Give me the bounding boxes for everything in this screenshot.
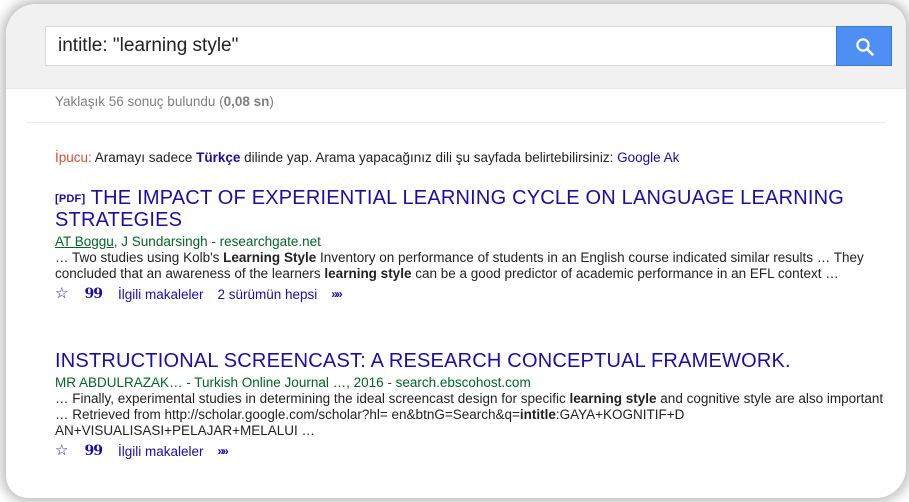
tip-settings-link[interactable]: Google Ak: [617, 150, 679, 165]
search-input[interactable]: [58, 35, 818, 57]
search-button[interactable]: [836, 26, 892, 66]
star-icon[interactable]: ☆: [55, 286, 68, 301]
divider: [26, 122, 886, 123]
search-box[interactable]: [45, 26, 837, 66]
search-header: [6, 4, 906, 89]
star-icon[interactable]: ☆: [55, 443, 68, 458]
search-result: [PDF] THE IMPACT OF EXPERIENTIAL LEARNIN…: [55, 188, 885, 303]
pdf-tag: [PDF]: [55, 193, 86, 205]
result-authors: AT Boggu, J Sundarsingh - researchgate.n…: [55, 234, 321, 249]
more-icon[interactable]: »»: [217, 444, 228, 458]
result-snippet: … Finally, experimental studies in deter…: [55, 391, 884, 438]
result-snippet: … Two studies using Kolb's Learning Styl…: [55, 250, 864, 281]
search-time: 0,08 sn: [223, 94, 270, 109]
result-stats: Yaklaşık 56 sonuç bulundu (0,08 sn): [55, 94, 274, 109]
more-icon[interactable]: »»: [331, 287, 342, 301]
result-actions: ☆ 99 İlgili makaleler »»: [55, 443, 885, 459]
all-versions-link[interactable]: 2 sürümün hepsi: [217, 287, 317, 302]
result-authors: MR ABDULRAZAK… - Turkish Online Journal …: [55, 375, 531, 390]
tip-language-link[interactable]: Türkçe: [196, 150, 240, 165]
screenshot-frame: Yaklaşık 56 sonuç bulundu (0,08 sn) İpuc…: [6, 4, 906, 498]
cite-icon[interactable]: 99: [84, 286, 103, 302]
result-title-link[interactable]: INSTRUCTIONAL SCREENCAST: A RESEARCH CON…: [55, 351, 875, 372]
search-result: INSTRUCTIONAL SCREENCAST: A RESEARCH CON…: [55, 351, 885, 460]
search-icon: [856, 38, 874, 56]
related-articles-link[interactable]: İlgili makaleler: [118, 287, 204, 302]
related-articles-link[interactable]: İlgili makaleler: [118, 444, 204, 459]
result-title-link[interactable]: [PDF] THE IMPACT OF EXPERIENTIAL LEARNIN…: [55, 188, 875, 231]
language-tip: İpucu: Aramayı sadece Türkçe dilinde yap…: [55, 150, 680, 165]
cite-icon[interactable]: 99: [84, 443, 103, 459]
tip-label: İpucu:: [55, 150, 92, 165]
result-actions: ☆ 99 İlgili makaleler 2 sürümün hepsi »»: [55, 286, 885, 302]
author-link[interactable]: AT Boggu: [55, 234, 114, 249]
